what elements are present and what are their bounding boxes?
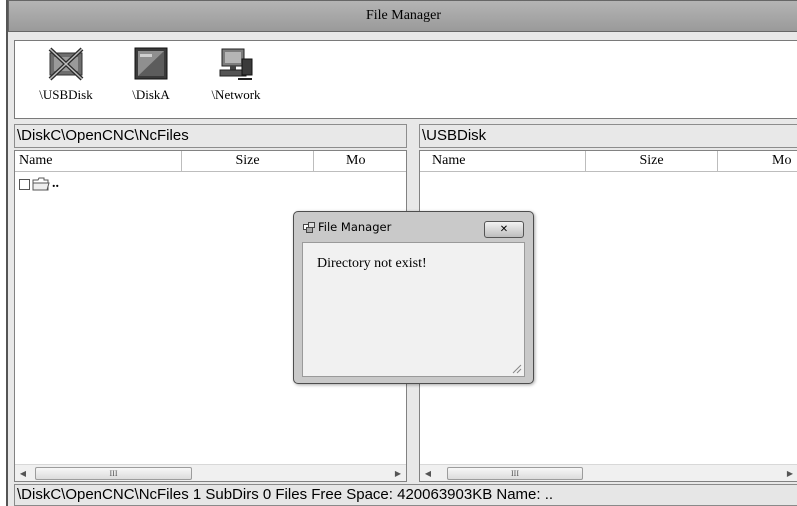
drive-usbdisk[interactable]: \USBDisk bbox=[29, 45, 103, 103]
column-size[interactable]: Size bbox=[586, 151, 718, 172]
scroll-thumb[interactable]: III bbox=[447, 467, 583, 480]
right-path-bar: \USBDisk bbox=[419, 124, 797, 148]
left-path-bar: \DiskC\OpenCNC\NcFiles bbox=[14, 124, 407, 148]
message-dialog: File Manager ✕ Directory not exist! bbox=[293, 211, 534, 384]
left-path: \DiskC\OpenCNC\NcFiles bbox=[17, 127, 189, 144]
dialog-close-button[interactable]: ✕ bbox=[484, 221, 524, 238]
drive-diska[interactable]: \DiskA bbox=[114, 45, 188, 103]
folder-icon bbox=[32, 177, 50, 191]
column-size[interactable]: Size bbox=[182, 151, 314, 172]
scroll-thumb[interactable]: III bbox=[35, 467, 192, 480]
drive-network[interactable]: \Network bbox=[199, 45, 273, 103]
row-checkbox[interactable] bbox=[19, 178, 30, 190]
list-item[interactable]: .. bbox=[19, 175, 59, 193]
status-bar: \DiskC\OpenCNC\NcFiles 1 SubDirs 0 Files… bbox=[14, 484, 797, 506]
window-title: File Manager bbox=[365, 8, 442, 23]
resize-grip-icon[interactable] bbox=[510, 362, 522, 374]
window-title-bar: File Manager bbox=[8, 0, 797, 32]
drive-label: \USBDisk bbox=[39, 87, 93, 102]
scroll-right-arrow[interactable]: ▶ bbox=[390, 465, 406, 481]
file-name: .. bbox=[52, 176, 59, 191]
usb-disk-unavailable-icon bbox=[48, 47, 84, 81]
dialog-message: Directory not exist! bbox=[317, 256, 427, 271]
right-column-header: Name Size Mo bbox=[420, 151, 797, 172]
column-modified[interactable]: Mo bbox=[314, 151, 406, 172]
right-horizontal-scrollbar[interactable]: ◀ III ▶ bbox=[420, 464, 797, 481]
status-text: \DiskC\OpenCNC\NcFiles 1 SubDirs 0 Files… bbox=[17, 486, 554, 503]
scroll-right-arrow[interactable]: ▶ bbox=[782, 465, 797, 481]
right-path: \USBDisk bbox=[422, 127, 487, 144]
left-column-header: Name Size Mo bbox=[15, 151, 406, 172]
drive-label: \DiskA bbox=[132, 87, 170, 102]
disk-a-icon bbox=[134, 47, 168, 80]
column-name[interactable]: Name bbox=[420, 151, 586, 172]
drive-toolbar: \USBDisk \DiskA \Network bbox=[14, 40, 797, 119]
close-icon: ✕ bbox=[499, 224, 509, 235]
scroll-left-arrow[interactable]: ◀ bbox=[15, 465, 31, 481]
column-name[interactable]: Name bbox=[15, 151, 182, 172]
dialog-body: Directory not exist! bbox=[302, 242, 525, 377]
network-drive-icon bbox=[219, 48, 253, 80]
left-horizontal-scrollbar[interactable]: ◀ III ▶ bbox=[15, 464, 406, 481]
scroll-left-arrow[interactable]: ◀ bbox=[420, 465, 436, 481]
column-modified[interactable]: Mo bbox=[718, 151, 797, 172]
drive-label: \Network bbox=[211, 87, 261, 102]
